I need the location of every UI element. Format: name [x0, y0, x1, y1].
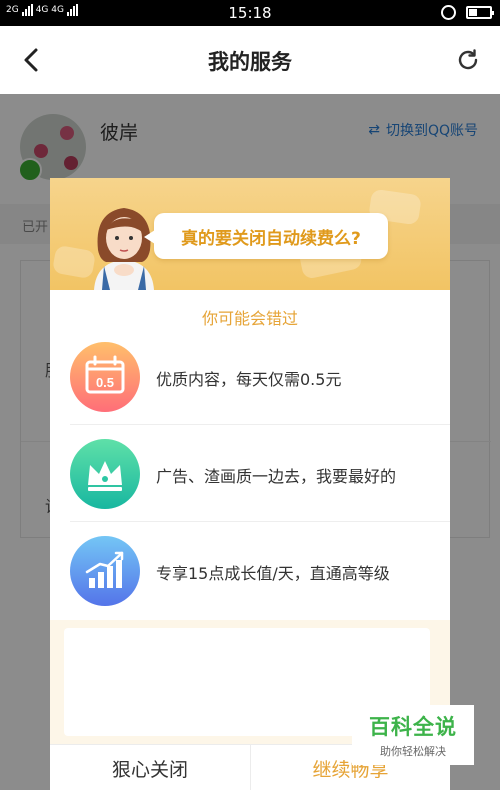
speech-bubble: 真的要关闭自动续费么? [144, 213, 388, 259]
growth-chart-icon [70, 536, 140, 606]
benefit-item: 0.5 优质内容，每天仅需0.5元 [70, 328, 450, 425]
confirm-close-button[interactable]: 狠心关闭 [50, 745, 250, 790]
dialog-subheading: 你可能会错过 [201, 309, 298, 328]
cancel-autorenew-dialog: 真的要关闭自动续费么? 你可能会错过 0.5 优质内容，每天仅需0.5元 广告、… [50, 178, 450, 790]
status-right [441, 5, 494, 20]
status-bar: 2G 4G 4G 15:18 [0, 0, 500, 26]
benefit-item: 广告、渣画质一边去，我要最好的 [70, 425, 450, 522]
benefit-item: 专享15点成长值/天，直通高等级 [70, 522, 450, 619]
benefit-label: 优质内容，每天仅需0.5元 [156, 370, 342, 389]
dialog-banner: 真的要关闭自动续费么? [50, 178, 450, 290]
refresh-icon[interactable] [456, 48, 480, 72]
status-time: 15:18 [228, 4, 272, 22]
battery-icon [466, 6, 494, 19]
calendar-badge-text: 0.5 [96, 375, 114, 390]
page-title: 我的服务 [208, 50, 292, 74]
crown-icon [70, 439, 140, 509]
watermark-subtitle: 助你轻松解决 [380, 745, 446, 758]
calendar-05-icon: 0.5 [70, 342, 140, 412]
benefit-label: 专享15点成长值/天，直通高等级 [156, 564, 390, 583]
alarm-icon [441, 5, 456, 20]
baike-watermark: 百科全说 助你轻松解决 [352, 705, 474, 765]
watermark-title: 百科全说 [369, 715, 457, 739]
app-header: 我的服务 [0, 26, 500, 94]
benefit-label: 广告、渣画质一边去，我要最好的 [156, 467, 397, 486]
